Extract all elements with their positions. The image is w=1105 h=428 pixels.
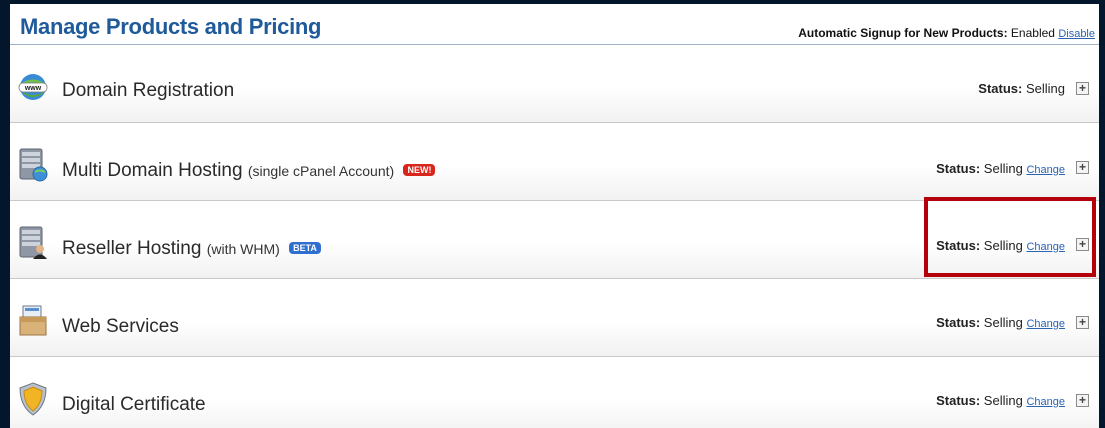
expand-button[interactable]: + [1076, 316, 1089, 329]
change-status-link[interactable]: Change [1026, 396, 1065, 408]
expand-button[interactable]: + [1076, 82, 1089, 95]
expand-button[interactable]: + [1076, 161, 1089, 174]
product-subtitle: (single cPanel Account) [247, 163, 395, 179]
product-name: Multi Domain Hosting [62, 160, 243, 181]
product-subtitle: (with WHM) [206, 241, 280, 257]
globe-www-icon: www [18, 74, 48, 100]
panel-header: Manage Products and Pricing Automatic Si… [10, 4, 1099, 45]
status-value: Selling [983, 393, 1023, 408]
status-value: Selling [983, 161, 1023, 176]
status-value: Selling [983, 315, 1023, 330]
server-globe-icon [19, 148, 48, 182]
product-status: Status: Selling Change [936, 315, 1065, 330]
highlight-box [924, 197, 1096, 277]
status-label: Status: [936, 161, 981, 176]
product-row-domain-registration: www Domain Registration Status: Selling … [10, 45, 1099, 123]
auto-signup-setting: Automatic Signup for New Products: Enabl… [798, 26, 1095, 40]
status-label: Status: [936, 393, 981, 408]
status-label: Status: [978, 81, 1023, 96]
product-name: Web Services [62, 316, 179, 337]
new-badge: NEW! [403, 164, 436, 176]
products-panel: Manage Products and Pricing Automatic Si… [10, 4, 1099, 428]
auto-signup-label: Automatic Signup for New Products: [798, 26, 1008, 40]
page-title: Manage Products and Pricing [20, 14, 322, 39]
web-box-icon [19, 305, 47, 336]
product-row-web-services: Web Services Status: Selling Change + [10, 279, 1099, 357]
svg-text:www: www [24, 85, 42, 92]
product-row-digital-certificate: Digital Certificate Status: Selling Chan… [10, 357, 1099, 428]
change-status-link[interactable]: Change [1026, 164, 1065, 176]
beta-badge: BETA [289, 242, 321, 254]
status-value: Selling [1025, 81, 1065, 96]
product-name: Digital Certificate [62, 394, 206, 415]
change-status-link[interactable]: Change [1026, 318, 1065, 330]
product-name: Domain Registration [62, 80, 235, 101]
status-label: Status: [936, 315, 981, 330]
auto-signup-value: Enabled [1010, 26, 1055, 40]
product-status: Status: Selling Change [936, 161, 1065, 176]
product-status: Status: Selling [978, 81, 1065, 96]
product-name: Reseller Hosting [62, 238, 202, 259]
shield-icon [19, 382, 47, 416]
expand-button[interactable]: + [1076, 394, 1089, 407]
product-row-multi-domain-hosting: Multi Domain Hosting (single cPanel Acco… [10, 123, 1099, 201]
product-status: Status: Selling Change [936, 393, 1065, 408]
disable-auto-signup-link[interactable]: Disable [1058, 28, 1095, 40]
server-user-icon [19, 226, 47, 259]
